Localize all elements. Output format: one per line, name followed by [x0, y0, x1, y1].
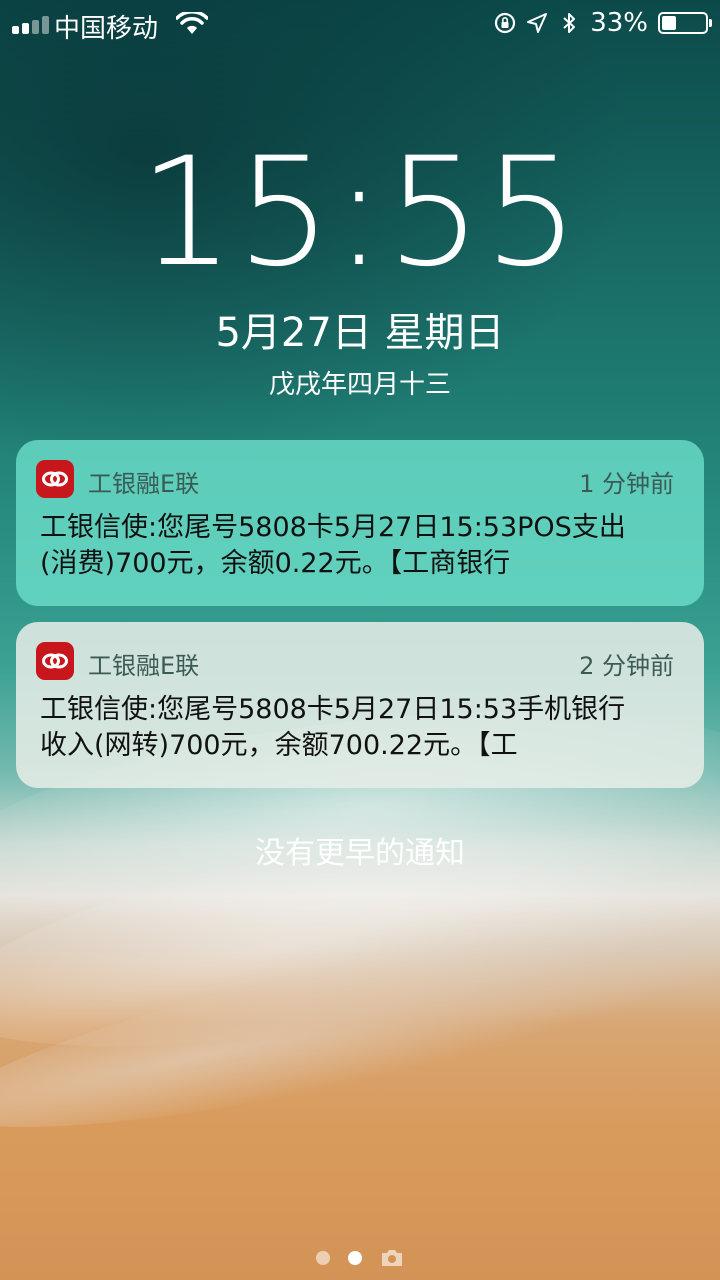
bluetooth-icon [563, 13, 576, 33]
notification-app-name: 工银融E联 [88, 470, 200, 498]
no-older-notifications-label: 没有更早的通知 [255, 836, 465, 871]
wallpaper-wave [0, 766, 720, 1094]
lock-clock: 15:55 [138, 126, 582, 300]
wallpaper-wave [0, 871, 720, 1169]
page-dot[interactable] [316, 1251, 330, 1265]
notification-time: 1 分钟前 [579, 470, 674, 498]
signal-icon [12, 16, 49, 34]
signal-bar [22, 23, 29, 34]
carrier-name: 中国移动 [54, 14, 159, 44]
status-right-group: 33% [494, 8, 712, 38]
battery-level [662, 16, 676, 30]
lock-screen: 中国移动 33% 15:55 5月27日 星期日 戊戌年四月十三 工银融E联 1… [0, 0, 720, 1280]
battery-icon [658, 12, 712, 34]
notification-card[interactable]: 工银融E联 1 分钟前 工银信使:您尾号5808卡5月27日15:53POS支出… [16, 440, 704, 606]
camera-icon[interactable] [380, 1248, 404, 1268]
notification-card[interactable]: 工银融E联 2 分钟前 工银信使:您尾号5808卡5月27日15:53手机银行 … [16, 622, 704, 788]
status-bar: 中国移动 33% [0, 0, 720, 48]
page-indicator [0, 1248, 720, 1268]
page-dot-active[interactable] [348, 1251, 362, 1265]
signal-bar [12, 26, 19, 34]
signal-bar [32, 20, 39, 34]
battery-percent: 33% [590, 8, 648, 38]
lunar-date: 戊戌年四月十三 [268, 370, 451, 400]
location-arrow-icon [527, 13, 548, 33]
notification-body: 工银信使:您尾号5808卡5月27日15:53手机银行 收入(网转)700元，余… [40, 694, 626, 761]
rotation-lock-icon [495, 12, 516, 34]
notification-time: 2 分钟前 [579, 652, 674, 680]
signal-bar [42, 16, 49, 34]
icbc-app-icon [36, 642, 74, 680]
notification-app-name: 工银融E联 [88, 652, 200, 680]
notification-body: 工银信使:您尾号5808卡5月27日15:53POS支出 (消费)700元，余额… [40, 512, 626, 579]
wifi-icon [176, 12, 208, 34]
lock-date: 5月27日 星期日 [215, 310, 505, 356]
icbc-app-icon [36, 460, 74, 498]
